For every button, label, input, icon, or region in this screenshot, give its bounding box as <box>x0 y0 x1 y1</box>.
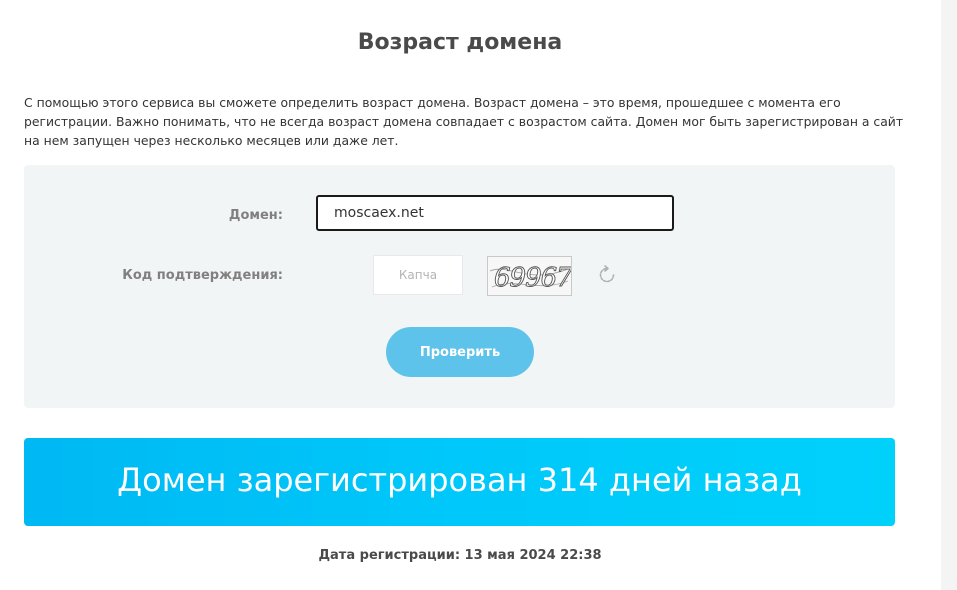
domain-label: Домен: <box>228 208 283 223</box>
result-banner: Домен зарегистрирован 314 дней назад <box>24 438 895 526</box>
intro-text: С помощью этого сервиса вы сможете опред… <box>24 95 904 148</box>
captcha-text: 69967 <box>494 263 571 293</box>
scrollbar-gutter[interactable] <box>941 0 957 590</box>
captcha-image: 69967 <box>487 256 575 296</box>
registration-date: Дата регистрации: 13 мая 2024 22:38 <box>318 548 602 563</box>
captcha-label: Код подтверждения: <box>122 268 283 283</box>
domain-age-form: Домен: Код подтверждения: 69967 Проверит… <box>24 165 895 408</box>
page-title: Возраст домена <box>357 30 563 55</box>
domain-input[interactable] <box>316 195 674 231</box>
refresh-icon[interactable] <box>596 264 618 286</box>
page: Возраст домена С помощью этого сервиса в… <box>0 0 957 590</box>
captcha-glyphs: 69967 <box>489 263 575 293</box>
check-button[interactable]: Проверить <box>386 327 534 377</box>
result-message: Домен зарегистрирован 314 дней назад <box>117 461 802 499</box>
captcha-input[interactable] <box>373 255 463 295</box>
